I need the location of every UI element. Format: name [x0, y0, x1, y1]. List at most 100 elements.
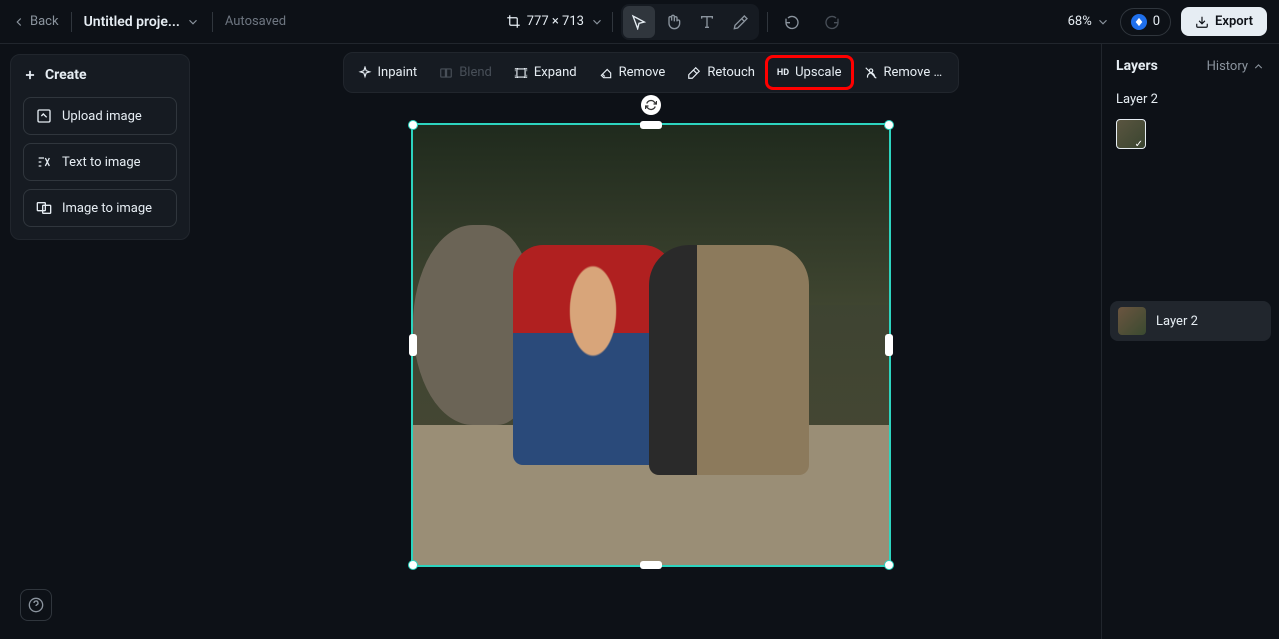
- resize-handle-top-left[interactable]: [408, 120, 418, 130]
- tool-mode-group: [621, 4, 759, 40]
- resize-handle-top[interactable]: [640, 121, 662, 129]
- hand-tool[interactable]: [657, 6, 689, 38]
- resize-handle-bottom-left[interactable]: [408, 560, 418, 570]
- divider: [612, 12, 613, 32]
- resize-handle-bottom-right[interactable]: [884, 560, 894, 570]
- image-to-image-icon: [36, 200, 52, 216]
- create-panel: Create Upload image Text to image Image …: [10, 54, 190, 240]
- color-picker-tool[interactable]: [725, 6, 757, 38]
- layer-item[interactable]: Layer 2: [1110, 301, 1271, 341]
- expand-label: Expand: [534, 65, 577, 80]
- remove-bg-label: Remove back...: [884, 65, 944, 80]
- image-to-image-label: Image to image: [62, 201, 152, 216]
- hand-icon: [665, 14, 681, 30]
- upload-image-label: Upload image: [62, 109, 142, 124]
- canvas-size-text: 777 × 713: [527, 14, 584, 29]
- inpaint-icon: [358, 66, 372, 80]
- history-label: History: [1207, 59, 1248, 74]
- topbar-right: 68% 0 Export: [1068, 7, 1267, 36]
- layer-thumbnails: [1102, 115, 1279, 163]
- export-button[interactable]: Export: [1181, 7, 1267, 36]
- text-to-image-label: Text to image: [62, 155, 141, 170]
- credits-button[interactable]: 0: [1120, 8, 1171, 36]
- plus-icon: [23, 68, 37, 82]
- cursor-icon: [631, 14, 647, 30]
- text-icon: [699, 14, 715, 30]
- canvas-size-dropdown[interactable]: 777 × 713: [506, 14, 604, 29]
- layers-title: Layers: [1116, 58, 1158, 74]
- text-to-image-button[interactable]: Text to image: [23, 143, 177, 181]
- current-layer-label: Layer 2: [1102, 84, 1279, 115]
- hd-icon: HD: [777, 68, 789, 78]
- chevron-down-icon: [1096, 15, 1110, 29]
- resize-handle-bottom[interactable]: [640, 561, 662, 569]
- eraser-icon: [599, 66, 613, 80]
- topbar-left: Back Untitled proje... Autosaved: [12, 12, 286, 32]
- main: Create Upload image Text to image Image …: [0, 44, 1279, 639]
- upload-image-button[interactable]: Upload image: [23, 97, 177, 135]
- help-button[interactable]: [20, 589, 52, 621]
- remove-label: Remove: [619, 65, 666, 80]
- credits-count: 0: [1153, 14, 1160, 29]
- divider: [767, 12, 768, 32]
- project-name-dropdown[interactable]: Untitled proje...: [84, 14, 200, 30]
- inpaint-label: Inpaint: [378, 65, 418, 80]
- divider: [71, 12, 72, 32]
- create-header: Create: [23, 67, 177, 83]
- chevron-down-icon: [186, 15, 200, 29]
- upload-image-icon: [36, 108, 52, 124]
- remove-background-button[interactable]: Remove back...: [854, 57, 954, 88]
- resize-handle-top-right[interactable]: [884, 120, 894, 130]
- help-icon: [28, 597, 44, 613]
- zoom-dropdown[interactable]: 68%: [1068, 14, 1110, 29]
- project-name-text: Untitled proje...: [84, 14, 180, 30]
- topbar: Back Untitled proje... Autosaved 777 × 7…: [0, 0, 1279, 44]
- layer-thumbnail[interactable]: [1116, 119, 1146, 149]
- topbar-center: 777 × 713: [506, 4, 848, 40]
- image-to-image-button[interactable]: Image to image: [23, 189, 177, 227]
- layers-header: Layers History: [1102, 44, 1279, 84]
- layer-item-thumbnail: [1118, 307, 1146, 335]
- remove-bg-icon: [864, 66, 878, 80]
- crop-icon: [506, 14, 521, 29]
- eyedropper-icon: [733, 14, 749, 30]
- retouch-label: Retouch: [707, 65, 755, 80]
- canvas-image[interactable]: [413, 125, 889, 565]
- redo-button[interactable]: [816, 6, 848, 38]
- divider: [212, 12, 213, 32]
- download-icon: [1195, 15, 1209, 29]
- chevron-left-icon: [12, 15, 26, 29]
- export-label: Export: [1215, 14, 1253, 29]
- upscale-label: Upscale: [795, 65, 841, 80]
- left-panel: Create Upload image Text to image Image …: [0, 44, 200, 639]
- refresh-icon: [645, 99, 657, 111]
- blend-button: Blend: [429, 57, 502, 88]
- expand-icon: [514, 66, 528, 80]
- history-toggle[interactable]: History: [1207, 59, 1265, 74]
- expand-button[interactable]: Expand: [504, 57, 587, 88]
- blend-label: Blend: [459, 65, 492, 80]
- canvas-area: Inpaint Blend Expand Remove: [200, 44, 1101, 639]
- upscale-button[interactable]: HD Upscale: [767, 57, 852, 88]
- inpaint-button[interactable]: Inpaint: [348, 57, 428, 88]
- create-title: Create: [45, 67, 87, 83]
- retouch-button[interactable]: Retouch: [677, 57, 765, 88]
- resize-handle-right[interactable]: [885, 334, 893, 356]
- zoom-text: 68%: [1068, 14, 1092, 29]
- canvas-wrap: [411, 123, 891, 567]
- text-to-image-icon: [36, 154, 52, 170]
- remove-button[interactable]: Remove: [589, 57, 676, 88]
- blend-icon: [439, 66, 453, 80]
- back-button[interactable]: Back: [12, 14, 59, 29]
- resize-handle-left[interactable]: [409, 334, 417, 356]
- right-panel: Layers History Layer 2 Layer 2: [1101, 44, 1279, 639]
- select-tool[interactable]: [623, 6, 655, 38]
- undo-button[interactable]: [776, 6, 808, 38]
- canvas-selection[interactable]: [411, 123, 891, 567]
- chevron-down-icon: [590, 15, 604, 29]
- layer-item-label: Layer 2: [1156, 314, 1198, 329]
- regenerate-button[interactable]: [641, 95, 661, 115]
- text-tool[interactable]: [691, 6, 723, 38]
- layer-list: Layer 2: [1102, 293, 1279, 349]
- contextual-toolbar: Inpaint Blend Expand Remove: [343, 52, 959, 93]
